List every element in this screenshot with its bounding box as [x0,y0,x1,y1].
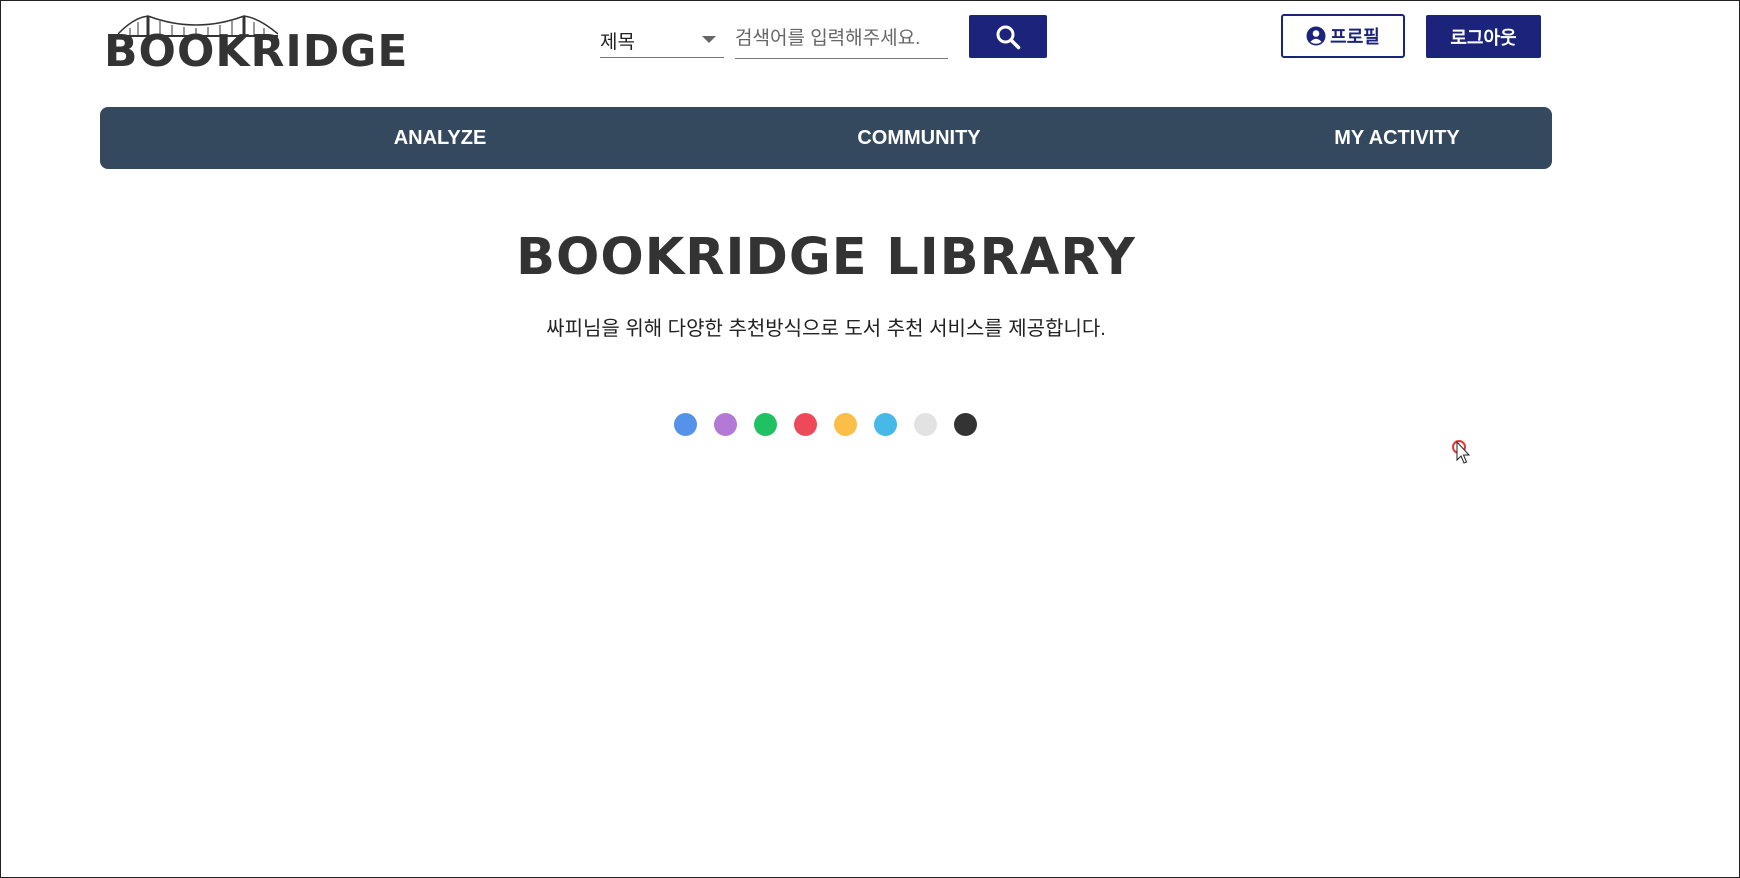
user-circle-icon [1306,26,1326,46]
nav-item-community[interactable]: COMMUNITY [769,107,1069,169]
search-input[interactable] [735,20,948,59]
profile-button[interactable]: 프로필 [1281,14,1405,58]
loading-dot [874,413,897,436]
loading-dot [714,413,737,436]
mouse-cursor-icon [1452,440,1471,464]
bookridge-logo[interactable]: BOOKRIDGE [104,14,407,76]
loading-dot [834,413,857,436]
logout-button[interactable]: 로그아웃 [1426,15,1541,58]
search-button[interactable] [969,15,1047,58]
page-subtitle: 싸피님을 위해 다양한 추천방식으로 도서 추천 서비스를 제공합니다. [546,318,1106,340]
nav-item-my-activity[interactable]: MY ACTIVITY [1247,107,1547,169]
main-nav: ANALYZE COMMUNITY MY ACTIVITY [100,107,1552,169]
loading-dot [954,413,977,436]
loading-dot [674,413,697,436]
profile-label: 프로필 [1330,27,1380,47]
page-title: BOOKRIDGE LIBRARY [516,228,1136,287]
loading-indicator [674,413,977,436]
caret-down-icon [702,36,716,43]
logo-text: BOOKRIDGE [104,26,409,77]
nav-item-analyze[interactable]: ANALYZE [290,107,590,169]
search-category-value: 제목 [600,32,635,53]
loading-dot [914,413,937,436]
loading-dot [754,413,777,436]
search-icon [996,25,1021,49]
loading-dot [794,413,817,436]
search-category-select[interactable]: 제목 [600,20,724,58]
